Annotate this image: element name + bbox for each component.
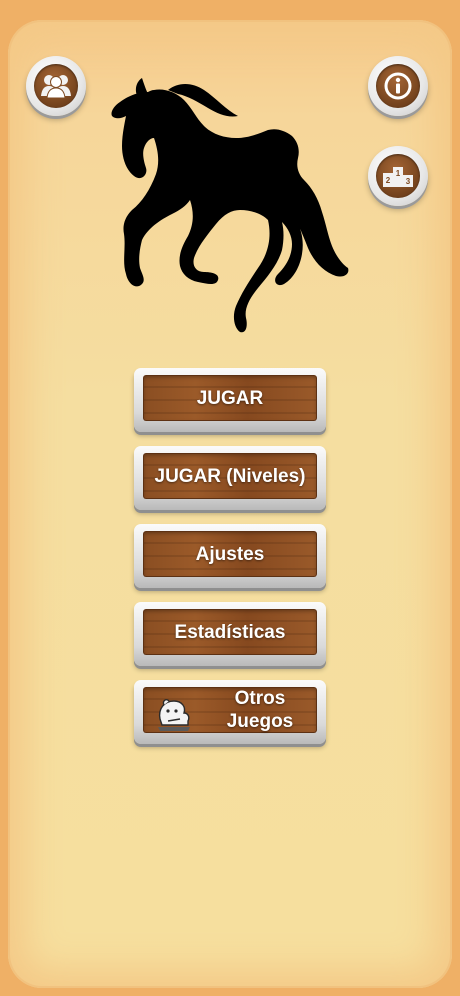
podium-second-label: 2	[386, 176, 391, 185]
settings-button-plank: Ajustes	[143, 531, 317, 577]
stats-button-label: Estadísticas	[174, 621, 286, 643]
users-icon	[34, 64, 78, 108]
stats-button[interactable]: Estadísticas	[134, 602, 326, 666]
other-games-label: Otros Juegos	[205, 687, 315, 733]
dog-writing-icon	[158, 699, 190, 731]
podium-first-label: 1	[396, 169, 401, 178]
other-games-label-text: Otros Juegos	[227, 687, 294, 733]
ranking-button[interactable]: 1 2 3	[368, 146, 428, 206]
info-button[interactable]	[368, 56, 428, 116]
players-button[interactable]	[26, 56, 86, 116]
stats-button-plank: Estadísticas	[143, 609, 317, 655]
other-games-button-plank: Otros Juegos	[143, 687, 317, 733]
other-games-button[interactable]: Otros Juegos	[134, 680, 326, 744]
info-icon	[376, 64, 420, 108]
horse-silhouette-icon	[111, 78, 349, 333]
other-games-label-line1: Otros	[234, 688, 286, 709]
play-button[interactable]: JUGAR	[134, 368, 326, 432]
play-button-label: JUGAR	[196, 387, 264, 409]
podium-third-label: 3	[406, 177, 411, 186]
play-levels-button-plank: JUGAR (Niveles)	[143, 453, 317, 499]
play-levels-button-label: JUGAR (Niveles)	[154, 465, 306, 487]
settings-button[interactable]: Ajustes	[134, 524, 326, 588]
play-levels-button[interactable]: JUGAR (Niveles)	[134, 446, 326, 510]
podium-icon: 1 2 3	[376, 154, 420, 198]
play-button-plank: JUGAR	[143, 375, 317, 421]
settings-button-label: Ajustes	[195, 543, 265, 565]
other-games-label-line2: Juegos	[226, 711, 294, 732]
